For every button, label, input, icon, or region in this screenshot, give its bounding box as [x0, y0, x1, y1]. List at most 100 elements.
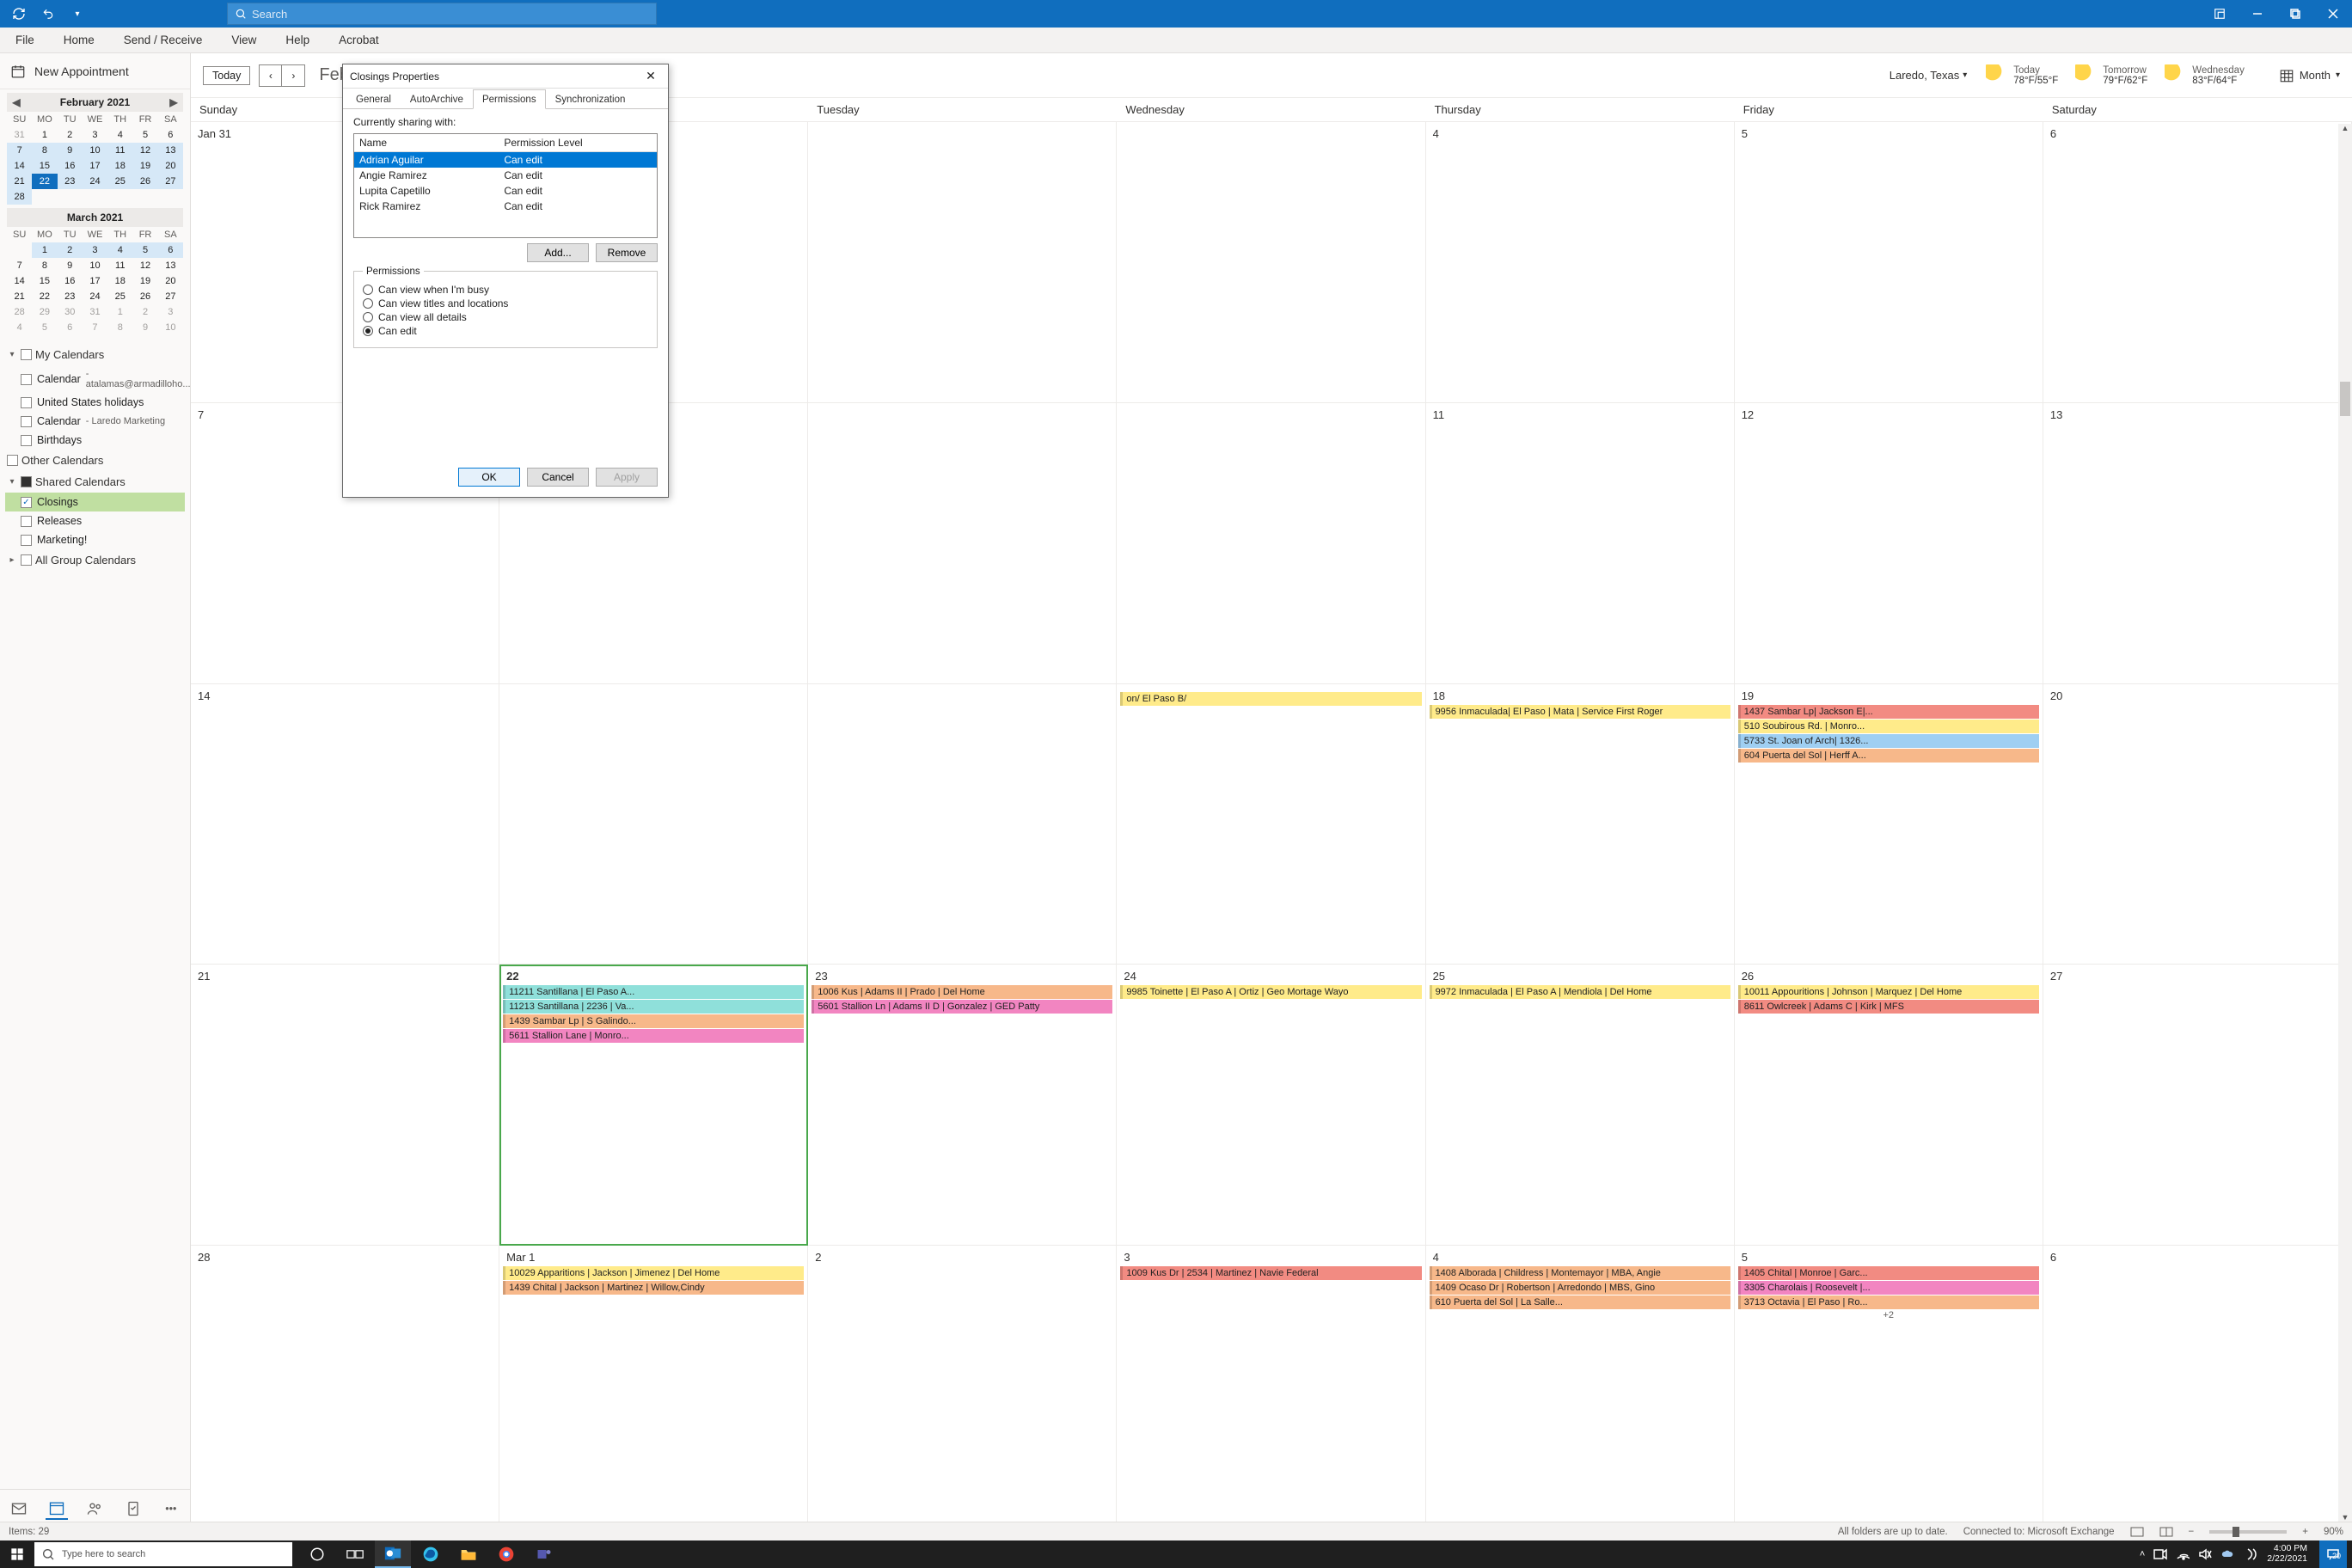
ribbon-display-icon[interactable] [2201, 0, 2239, 28]
day-cell[interactable] [808, 403, 1117, 684]
mini-day[interactable]: 1 [32, 242, 57, 258]
more-events[interactable]: +2 [1738, 1310, 2039, 1320]
share-row[interactable]: Lupita CapetilloCan edit [354, 183, 657, 199]
share-row[interactable]: Angie RamirezCan edit [354, 168, 657, 183]
dialog-tab[interactable]: Permissions [473, 89, 546, 109]
mini-day[interactable]: 20 [158, 158, 183, 174]
ribbon-tab-view[interactable]: View [226, 30, 261, 50]
mini-day[interactable]: 28 [7, 189, 32, 205]
mini-day[interactable]: 23 [58, 174, 83, 189]
tray-volume-icon[interactable] [2198, 1548, 2212, 1560]
ribbon-tab-help[interactable]: Help [280, 30, 315, 50]
ribbon-tab-file[interactable]: File [10, 30, 40, 50]
radio-icon[interactable] [363, 326, 373, 336]
mini-day[interactable] [107, 189, 132, 205]
mini-day[interactable]: 14 [7, 158, 32, 174]
calendar-item[interactable]: Marketing! [5, 530, 185, 549]
chrome-app-icon[interactable] [488, 1540, 524, 1568]
scroll-up-icon[interactable]: ▲ [2338, 124, 2352, 138]
mini-day[interactable]: 30 [58, 304, 83, 320]
cancel-button[interactable]: Cancel [527, 468, 589, 487]
zoom-out-icon[interactable]: − [2189, 1527, 2195, 1537]
calendar-event[interactable]: 10029 Apparitions | Jackson | Jimenez | … [503, 1266, 804, 1280]
mini-day[interactable]: 19 [132, 158, 157, 174]
mini-day[interactable]: 7 [7, 258, 32, 273]
checkbox[interactable] [21, 349, 32, 360]
day-cell[interactable]: 27 [2043, 965, 2352, 1246]
day-cell[interactable] [499, 684, 808, 965]
edge-app-icon[interactable] [413, 1540, 449, 1568]
mini-day[interactable]: 9 [58, 258, 83, 273]
scroll-thumb[interactable] [2340, 382, 2350, 416]
checkbox[interactable] [21, 554, 32, 566]
mini-day[interactable]: 6 [58, 320, 83, 335]
calendar-item[interactable]: Closings [5, 493, 185, 511]
mini-day[interactable]: 25 [107, 289, 132, 304]
day-cell[interactable]: 2211211 Santillana | El Paso A...11213 S… [499, 965, 808, 1246]
day-cell[interactable]: 4 [1426, 122, 1735, 403]
mini-day[interactable]: 12 [132, 143, 157, 158]
mini-day[interactable]: 6 [158, 127, 183, 143]
mini-day[interactable]: 1 [107, 304, 132, 320]
mini-day[interactable]: 12 [132, 258, 157, 273]
view-normal-icon[interactable] [2130, 1527, 2144, 1537]
mini-calendar-feb[interactable]: ◀ February 2021 ▶ SUMOTUWETHFRSA31123456… [7, 93, 183, 205]
scrollbar[interactable]: ▲ ▼ [2338, 124, 2352, 1527]
mini-day[interactable] [158, 189, 183, 205]
outlook-app-icon[interactable] [375, 1540, 411, 1568]
calendar-icon[interactable] [46, 1498, 68, 1520]
taskbar-clock[interactable]: 4:00 PM 2/22/2021 [2267, 1544, 2311, 1564]
mini-day[interactable]: 3 [158, 304, 183, 320]
mini-day[interactable]: 26 [132, 289, 157, 304]
mini-day[interactable]: 29 [32, 304, 57, 320]
sync-icon[interactable] [7, 2, 31, 26]
day-cell[interactable]: 12 [1735, 403, 2043, 684]
mini-day[interactable]: 17 [83, 273, 107, 289]
checkbox[interactable] [21, 374, 32, 385]
day-cell[interactable]: 28 [191, 1246, 499, 1527]
mini-day[interactable]: 14 [7, 273, 32, 289]
mini-day[interactable]: 9 [58, 143, 83, 158]
mini-day[interactable]: 5 [132, 127, 157, 143]
dialog-tab[interactable]: AutoArchive [401, 89, 473, 109]
calendar-event[interactable]: 1439 Chital | Jackson | Martinez | Willo… [503, 1281, 804, 1295]
mini-day[interactable]: 3 [83, 242, 107, 258]
day-cell[interactable]: 6 [2043, 1246, 2352, 1527]
mini-day[interactable]: 2 [132, 304, 157, 320]
tray-input-icon[interactable] [2245, 1547, 2258, 1561]
mini-day[interactable]: 24 [83, 289, 107, 304]
checkbox[interactable] [21, 435, 32, 446]
mini-day[interactable]: 4 [7, 320, 32, 335]
tray-network-icon[interactable] [2176, 1548, 2190, 1560]
mini-day[interactable]: 6 [158, 242, 183, 258]
cortana-icon[interactable] [299, 1540, 335, 1568]
checkbox[interactable] [21, 397, 32, 408]
calendar-item[interactable]: Releases [5, 511, 185, 530]
checkbox[interactable] [21, 497, 32, 508]
calendar-event[interactable]: 1009 Kus Dr | 2534 | Martinez | Navie Fe… [1120, 1266, 1421, 1280]
sharing-list[interactable]: NamePermission LevelAdrian AguilarCan ed… [353, 133, 658, 238]
calendar-event[interactable]: 11213 Santillana | 2236 | Va... [503, 1000, 804, 1014]
search-input[interactable] [252, 8, 649, 21]
calendar-item[interactable]: Calendar - atalamas@armadilloho... [5, 365, 185, 393]
day-cell[interactable]: 20 [2043, 684, 2352, 965]
radio-icon[interactable] [363, 312, 373, 322]
calendar-event[interactable]: 1408 Alborada | Childress | Montemayor |… [1430, 1266, 1730, 1280]
view-selector[interactable]: Month ▾ [2279, 68, 2340, 83]
day-cell[interactable]: on/ El Paso B/ [1117, 684, 1425, 965]
dialog-tab[interactable]: General [346, 89, 401, 109]
mini-day[interactable]: 8 [32, 258, 57, 273]
remove-button[interactable]: Remove [596, 243, 658, 262]
permission-option[interactable]: Can view all details [363, 311, 648, 323]
day-cell[interactable]: 189956 Inmaculada| El Paso | Mata | Serv… [1426, 684, 1735, 965]
mini-day[interactable] [32, 189, 57, 205]
taskview-icon[interactable] [337, 1540, 373, 1568]
checkbox[interactable] [21, 416, 32, 427]
group-shared-calendars[interactable]: ▾ Shared Calendars [5, 471, 185, 493]
checkbox-indeterminate[interactable] [21, 476, 32, 487]
calendar-event[interactable]: 9956 Inmaculada| El Paso | Mata | Servic… [1430, 705, 1730, 719]
search-box[interactable] [227, 3, 657, 25]
mini-day[interactable]: 16 [58, 273, 83, 289]
permission-option[interactable]: Can view when I'm busy [363, 284, 648, 296]
mini-day[interactable]: 23 [58, 289, 83, 304]
